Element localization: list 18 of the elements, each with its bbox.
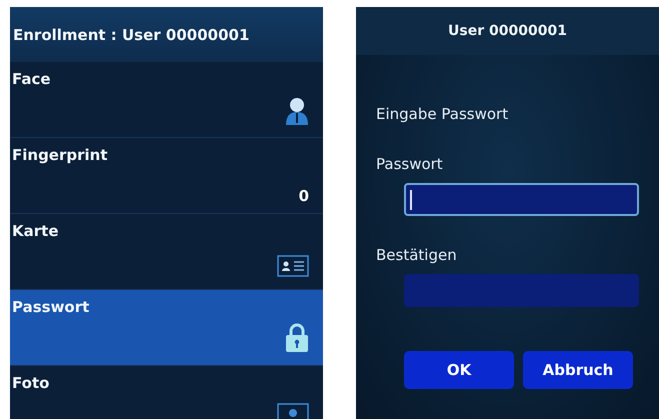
menu-item[interactable]: Passwort xyxy=(10,290,323,366)
menu-item[interactable]: Fingerprint 0 xyxy=(10,138,323,214)
count-value: 0 xyxy=(298,187,309,205)
field-label: Passwort xyxy=(376,155,444,173)
prompt-text: Eingabe Passwort xyxy=(376,105,510,123)
field-label: Bestätigen xyxy=(376,246,458,264)
menu-item-label: Passwort xyxy=(12,298,90,316)
cancel-button[interactable]: Abbruch xyxy=(523,351,633,389)
screen-title: Enrollment : User 00000001 xyxy=(10,7,323,62)
menu-item-label: Fingerprint xyxy=(12,146,108,164)
menu-item-label: Karte xyxy=(12,222,58,240)
menu-item-label: Face xyxy=(12,70,51,88)
menu-item-label: Foto xyxy=(12,374,50,392)
menu-item[interactable]: Foto xyxy=(10,366,323,419)
screen-title: User 00000001 xyxy=(448,23,567,39)
menu-item[interactable]: Face xyxy=(10,62,323,138)
menu-item[interactable]: Karte xyxy=(10,214,323,290)
ok-button[interactable]: OK xyxy=(404,351,514,389)
